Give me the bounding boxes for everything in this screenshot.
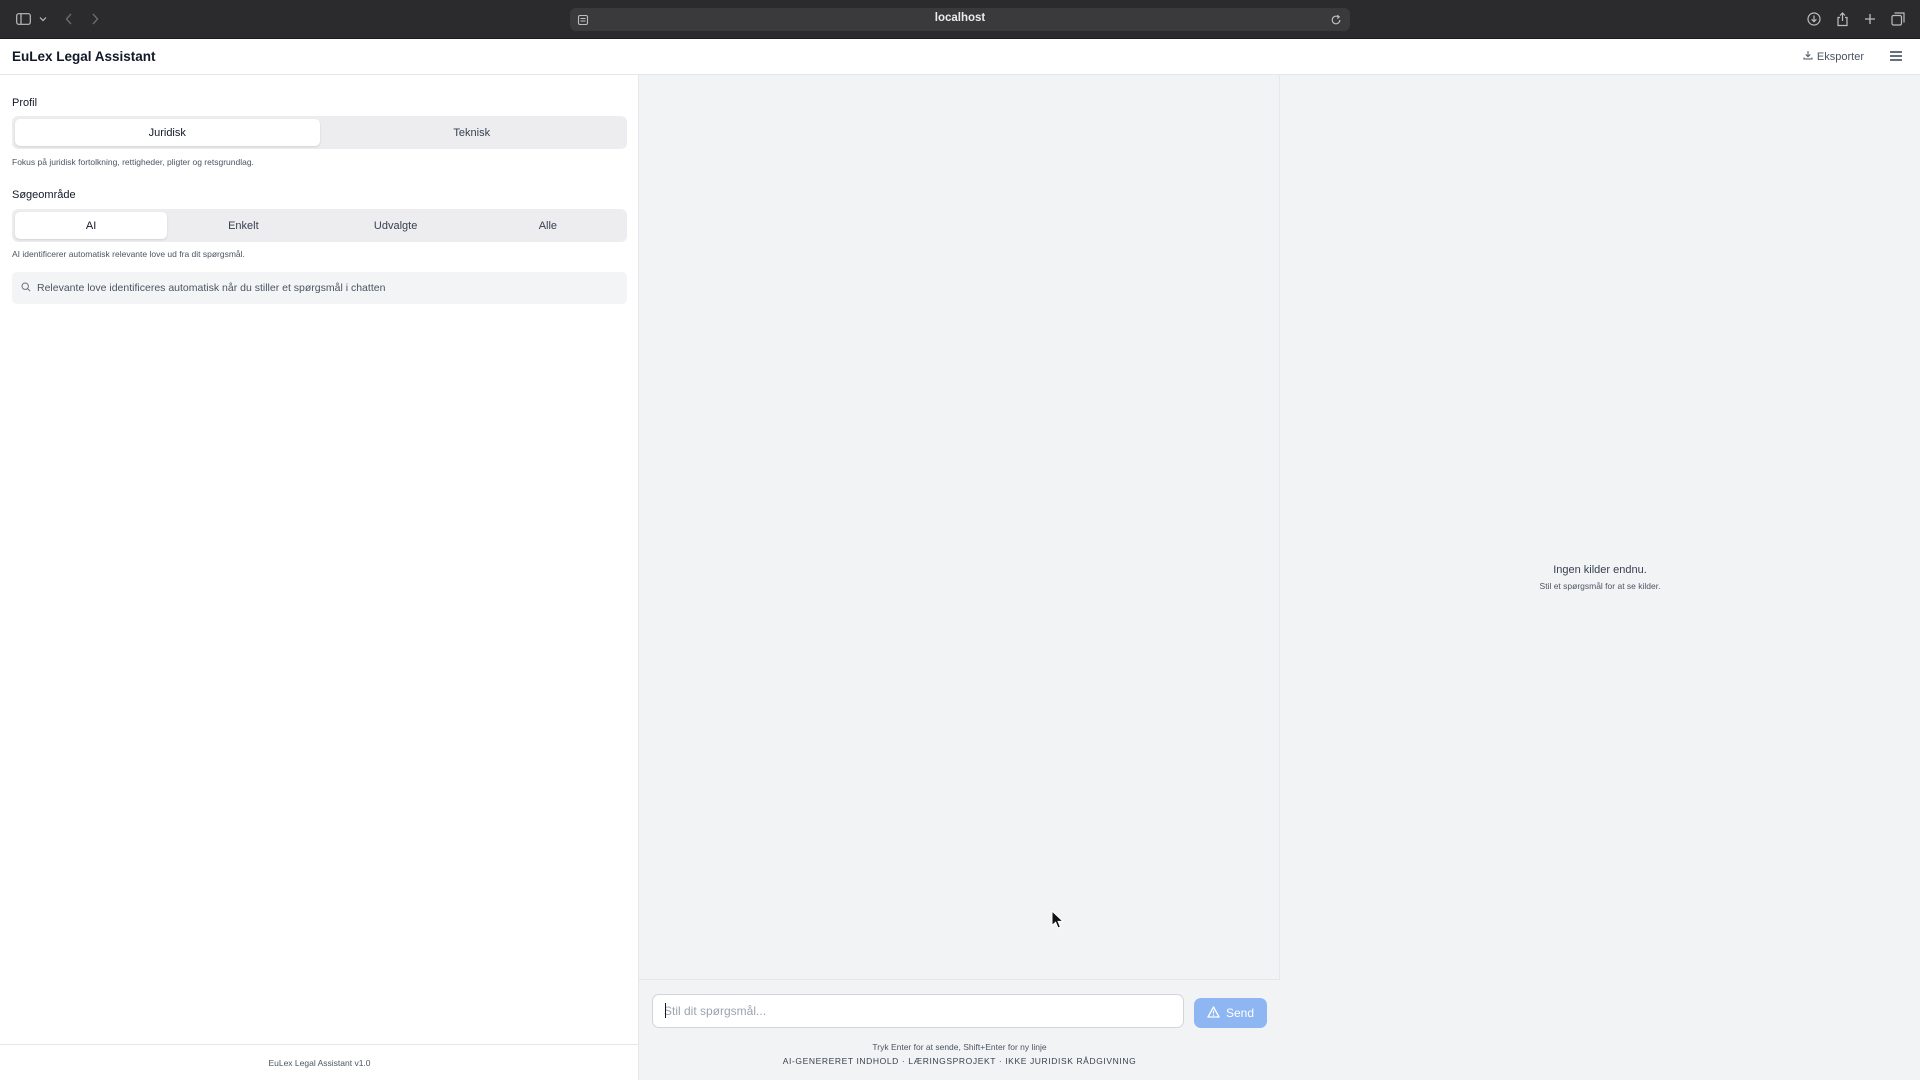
send-label: Send [1225, 1006, 1255, 1020]
export-label: Eksporter [1816, 50, 1864, 63]
chat-panel: Send Tryk Enter for at sende, Shift+Ente… [639, 75, 1280, 1080]
address-bar[interactable]: localhost [570, 8, 1350, 31]
sources-empty-title: Ingen kilder endnu. [1553, 564, 1647, 576]
search-icon [21, 279, 31, 297]
tab-overview-icon[interactable] [1890, 9, 1906, 29]
law-search-text: Relevante love identificeres automatisk … [37, 282, 386, 294]
profile-option-teknisk[interactable]: Teknisk [320, 119, 625, 146]
text-caret [665, 1003, 666, 1018]
profile-option-juridisk[interactable]: Juridisk [15, 119, 320, 146]
version-footer: EuLex Legal Assistant v1.0 [0, 1044, 639, 1080]
profile-selector: Juridisk Teknisk [12, 116, 627, 149]
app-title: EuLex Legal Assistant [12, 49, 156, 64]
settings-panel: Profil Juridisk Teknisk Fokus på juridis… [0, 75, 639, 1080]
chat-hint: Tryk Enter for at sende, Shift+Enter for… [872, 1042, 1047, 1052]
scope-option-udvalgte[interactable]: Udvalgte [320, 212, 472, 239]
send-button[interactable]: Send [1194, 998, 1267, 1028]
mouse-cursor-icon [1051, 909, 1065, 935]
law-search-box: Relevante love identificeres automatisk … [12, 272, 627, 304]
send-icon [1207, 1005, 1220, 1021]
share-icon[interactable] [1834, 9, 1850, 29]
chevron-down-icon[interactable] [38, 9, 48, 29]
sources-panel: Ingen kilder endnu. Stil et spørgsmål fo… [1280, 75, 1920, 1080]
new-tab-icon[interactable] [1862, 9, 1878, 29]
version-text: EuLex Legal Assistant v1.0 [268, 1058, 371, 1068]
scope-label: Søgeområde [12, 189, 76, 201]
export-button[interactable]: Eksporter [1803, 50, 1864, 63]
chat-disclaimer: AI-GENERERET INDHOLD · LÆRINGSPROJEKT · … [782, 1056, 1137, 1066]
scope-selector: AI Enkelt Udvalgte Alle [12, 209, 627, 242]
reload-icon[interactable] [1330, 13, 1342, 31]
forward-icon[interactable] [88, 9, 102, 29]
chat-composer: Send Tryk Enter for at sende, Shift+Ente… [639, 979, 1280, 1080]
app-header: EuLex Legal Assistant Eksporter [0, 39, 1920, 75]
chat-input[interactable] [652, 994, 1184, 1028]
scope-option-ai[interactable]: AI [15, 212, 168, 239]
back-icon[interactable] [62, 9, 76, 29]
sources-empty-subtitle: Stil et spørgsmål for at se kilder. [1539, 581, 1661, 591]
sidebar-toggle-icon[interactable] [14, 9, 32, 29]
url-text: localhost [934, 12, 986, 24]
profile-hint: Fokus på juridisk fortolkning, rettighed… [12, 157, 254, 167]
scope-hint: AI identificerer automatisk relevante lo… [12, 249, 245, 259]
browser-toolbar: localhost [0, 0, 1920, 39]
download-icon [1803, 50, 1813, 63]
hamburger-menu-icon[interactable] [1888, 48, 1906, 66]
profile-label: Profil [12, 97, 38, 109]
downloads-icon[interactable] [1806, 9, 1822, 29]
scope-option-enkelt[interactable]: Enkelt [167, 212, 319, 239]
scope-option-alle[interactable]: Alle [472, 212, 624, 239]
